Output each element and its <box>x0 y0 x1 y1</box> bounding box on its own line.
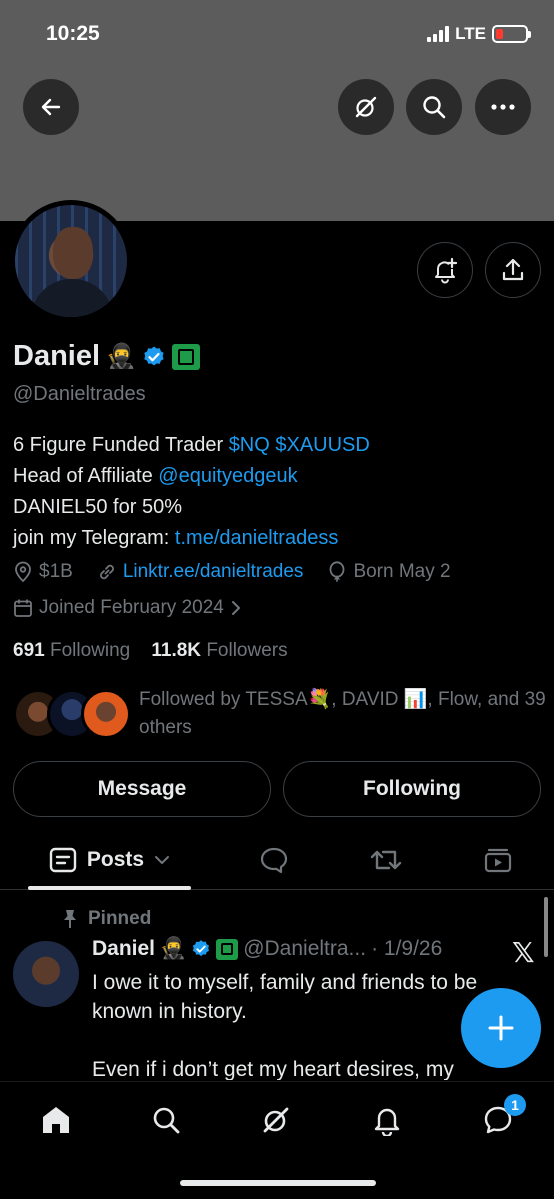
posts-icon <box>49 847 77 873</box>
bio-text: join my Telegram: <box>13 527 175 549</box>
calendar-icon <box>14 599 32 617</box>
tab-posts-label: Posts <box>86 848 145 871</box>
post-author-emoji: 🥷 <box>160 937 187 960</box>
followers-count: 11.8K <box>151 640 202 661</box>
repost-icon <box>370 850 402 870</box>
status-indicators: LTE <box>427 24 531 44</box>
following-button[interactable]: Following <box>283 761 541 817</box>
messages-badge: 1 <box>504 1094 526 1116</box>
joined-row[interactable]: Joined February 2024 <box>13 597 242 619</box>
message-button[interactable]: Message <box>13 761 271 817</box>
following-link[interactable]: 691 Following <box>13 640 130 661</box>
share-icon <box>502 258 524 281</box>
search-button[interactable] <box>406 79 462 135</box>
nav-home[interactable] <box>36 1100 76 1140</box>
more-icon <box>491 104 515 110</box>
tab-replies[interactable] <box>252 832 296 888</box>
following-label: Following <box>49 640 131 661</box>
followed-by-text: Followed by TESSA💐, DAVID 📊, Flow, and 3… <box>139 689 546 738</box>
pinned-text: Pinned <box>88 908 152 929</box>
birthday-balloon-icon <box>330 561 345 582</box>
link-icon <box>99 564 114 580</box>
x-logo-icon: 𝕏 <box>512 937 535 968</box>
profile-name-row: Daniel 🥷 <box>13 340 200 373</box>
pin-icon <box>64 910 76 928</box>
followers-link[interactable]: 11.8K Followers <box>151 640 287 661</box>
followers-label: Followers <box>206 640 288 661</box>
verified-badge-icon[interactable] <box>142 345 166 369</box>
grok-button[interactable] <box>338 79 394 135</box>
bio-text: 6 Figure Funded Trader <box>13 434 229 456</box>
following-count: 691 <box>13 640 45 661</box>
search-icon <box>423 96 446 119</box>
post-author-name[interactable]: Daniel <box>92 937 155 961</box>
cashtag-link[interactable]: $NQ $XAUUSD <box>229 434 370 456</box>
telegram-link[interactable]: t.me/danieltradess <box>175 527 338 549</box>
website-link[interactable]: Linktr.ee/danieltrades <box>123 561 304 583</box>
profile-bio: 6 Figure Funded Trader $NQ $XAUUSD Head … <box>13 430 370 554</box>
more-options-button[interactable] <box>475 79 531 135</box>
affiliate-badge-icon <box>216 938 239 960</box>
nav-notifications[interactable] <box>367 1100 407 1140</box>
search-icon <box>153 1107 180 1134</box>
signal-icon <box>427 26 450 42</box>
status-bar: 10:25 LTE <box>0 0 554 70</box>
back-arrow-icon <box>41 98 61 116</box>
nav-grok[interactable] <box>256 1100 296 1140</box>
bio-text: Head of Affiliate <box>13 465 159 487</box>
post-author-handle: @Danieltra... <box>243 937 367 960</box>
post-date: · 1/9/26 <box>371 937 443 960</box>
scrollbar[interactable] <box>544 897 548 957</box>
location-icon <box>15 561 31 583</box>
profile-tabs: Posts <box>0 832 554 890</box>
profile-name: Daniel <box>13 340 101 372</box>
bio-line-4: join my Telegram: t.me/danieltradess <box>13 523 370 554</box>
pinned-label: Pinned <box>62 908 151 930</box>
profile-avatar[interactable] <box>10 200 132 322</box>
location-text: $1B <box>39 561 73 582</box>
chevron-down-icon <box>155 856 170 864</box>
battery-icon <box>492 25 531 43</box>
joined-text: Joined February 2024 <box>39 597 224 618</box>
bell-plus-icon <box>435 257 458 284</box>
home-icon <box>43 1107 69 1133</box>
post-author-avatar[interactable] <box>13 941 79 1007</box>
share-button[interactable] <box>485 242 541 298</box>
bell-icon <box>374 1108 400 1136</box>
chevron-right-icon <box>231 601 240 615</box>
active-tab-indicator <box>28 886 191 890</box>
grok-icon <box>355 96 377 118</box>
status-time: 10:25 <box>46 22 100 45</box>
mention-link[interactable]: @equityedgeuk <box>158 465 297 487</box>
name-emoji: 🥷 <box>106 343 136 370</box>
network-label: LTE <box>455 24 486 43</box>
birthday-text: Born May 2 <box>353 561 451 582</box>
tab-media[interactable] <box>476 832 520 888</box>
bio-line-2: Head of Affiliate @equityedgeuk <box>13 461 370 492</box>
follow-counts: 691 Following 11.8K Followers <box>13 640 288 662</box>
followed-by-row[interactable]: Followed by TESSA💐, DAVID 📊, Flow, and 3… <box>13 686 553 742</box>
verified-badge-icon <box>193 940 210 957</box>
nav-search[interactable] <box>146 1100 186 1140</box>
profile-meta: $1B Linktr.ee/danieltrades Born May 2 <box>13 561 451 583</box>
back-button[interactable] <box>23 79 79 135</box>
bio-line-3: DANIEL50 for 50% <box>13 496 182 518</box>
home-indicator[interactable] <box>180 1180 376 1186</box>
reply-icon <box>260 847 288 874</box>
bio-line-1: 6 Figure Funded Trader $NQ $XAUUSD <box>13 430 370 461</box>
profile-handle: @Danieltrades <box>13 383 146 405</box>
tab-reposts[interactable] <box>364 832 408 888</box>
plus-icon <box>488 1015 514 1041</box>
media-icon <box>484 848 512 873</box>
compose-post-button[interactable] <box>461 988 541 1068</box>
grok-icon <box>263 1107 289 1133</box>
affiliate-badge-icon[interactable] <box>171 343 200 370</box>
notify-button[interactable] <box>417 242 473 298</box>
tab-posts[interactable]: Posts <box>28 832 191 888</box>
follower-avatar <box>81 689 131 739</box>
post-header: Daniel 🥷 @Danieltra... · 1/9/26 <box>92 937 442 961</box>
